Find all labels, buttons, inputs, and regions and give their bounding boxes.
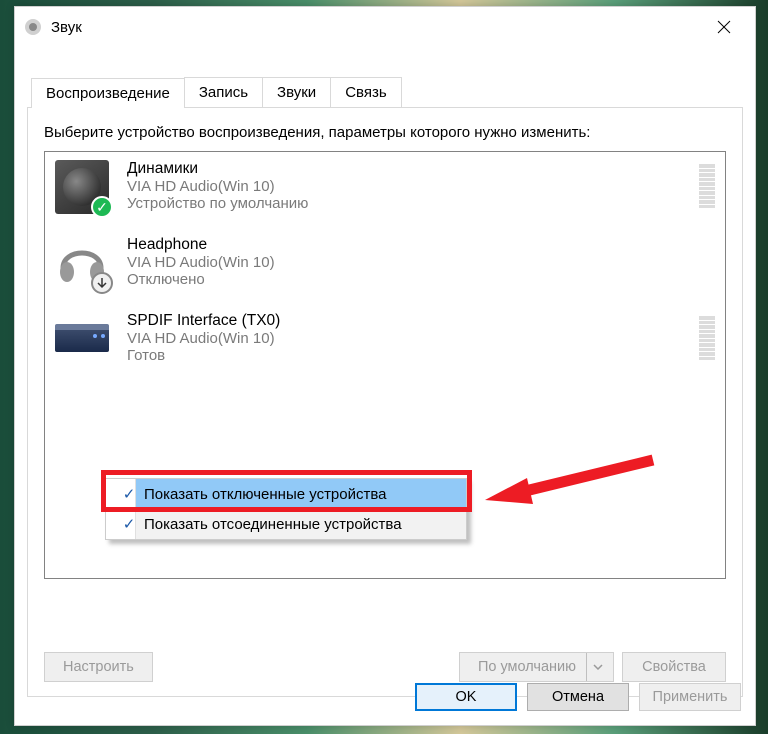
arrow-annotation xyxy=(483,448,663,518)
menu-item-show-disabled[interactable]: ✓ Показать отключенные устройства xyxy=(106,479,466,509)
device-subtitle: VIA HD Audio(Win 10) xyxy=(127,178,308,195)
properties-button[interactable]: Свойства xyxy=(622,652,726,682)
check-icon: ✓ xyxy=(114,515,144,533)
check-icon: ✓ xyxy=(114,485,144,503)
cancel-button[interactable]: Отмена xyxy=(527,683,629,711)
menu-item-show-disconnected[interactable]: ✓ Показать отсоединенные устройства xyxy=(106,509,466,539)
device-item-headphone[interactable]: Headphone VIA HD Audio(Win 10) Отключено xyxy=(45,228,725,304)
dropdown-arrow-icon[interactable] xyxy=(586,653,609,681)
sound-dialog: Звук Воспроизведение Запись Звуки Связь … xyxy=(14,6,756,726)
device-status: Готов xyxy=(127,347,280,364)
close-button[interactable] xyxy=(701,12,747,42)
titlebar: Звук xyxy=(15,7,755,47)
menu-item-label: Показать отсоединенные устройства xyxy=(144,516,402,533)
dialog-buttons: OK Отмена Применить xyxy=(415,683,741,711)
device-subtitle: VIA HD Audio(Win 10) xyxy=(127,254,275,271)
device-name: SPDIF Interface (TX0) xyxy=(127,312,280,330)
tab-content: Выберите устройство воспроизведения, пар… xyxy=(27,107,743,697)
headphone-icon xyxy=(55,236,109,290)
device-list[interactable]: ✓ Динамики VIA HD Audio(Win 10) Устройст… xyxy=(44,151,726,579)
tab-playback[interactable]: Воспроизведение xyxy=(31,78,185,108)
level-meter xyxy=(699,316,715,360)
tab-communications[interactable]: Связь xyxy=(330,77,401,107)
device-name: Динамики xyxy=(127,160,308,178)
spdif-icon xyxy=(55,312,109,366)
device-item-spdif[interactable]: SPDIF Interface (TX0) VIA HD Audio(Win 1… xyxy=(45,304,725,380)
tab-recording[interactable]: Запись xyxy=(184,77,263,107)
level-meter xyxy=(699,164,715,208)
apply-button[interactable]: Применить xyxy=(639,683,741,711)
configure-button[interactable]: Настроить xyxy=(44,652,153,682)
device-status: Устройство по умолчанию xyxy=(127,195,308,212)
menu-item-label: Показать отключенные устройства xyxy=(144,486,387,503)
app-icon xyxy=(23,17,43,37)
device-status: Отключено xyxy=(127,271,275,288)
tab-strip: Воспроизведение Запись Звуки Связь xyxy=(31,77,743,107)
context-menu: ✓ Показать отключенные устройства ✓ Пока… xyxy=(105,478,467,540)
disabled-badge xyxy=(91,272,113,294)
default-check-badge: ✓ xyxy=(91,196,113,218)
speaker-icon: ✓ xyxy=(55,160,109,214)
ok-button[interactable]: OK xyxy=(415,683,517,711)
device-item-speakers[interactable]: ✓ Динамики VIA HD Audio(Win 10) Устройст… xyxy=(45,152,725,228)
device-name: Headphone xyxy=(127,236,275,254)
property-buttons-row: Настроить По умолчанию Свойства xyxy=(44,652,726,682)
set-default-button[interactable]: По умолчанию xyxy=(459,652,614,682)
tab-sounds[interactable]: Звуки xyxy=(262,77,331,107)
instruction-text: Выберите устройство воспроизведения, пар… xyxy=(44,124,726,141)
device-subtitle: VIA HD Audio(Win 10) xyxy=(127,330,280,347)
window-title: Звук xyxy=(51,19,82,36)
